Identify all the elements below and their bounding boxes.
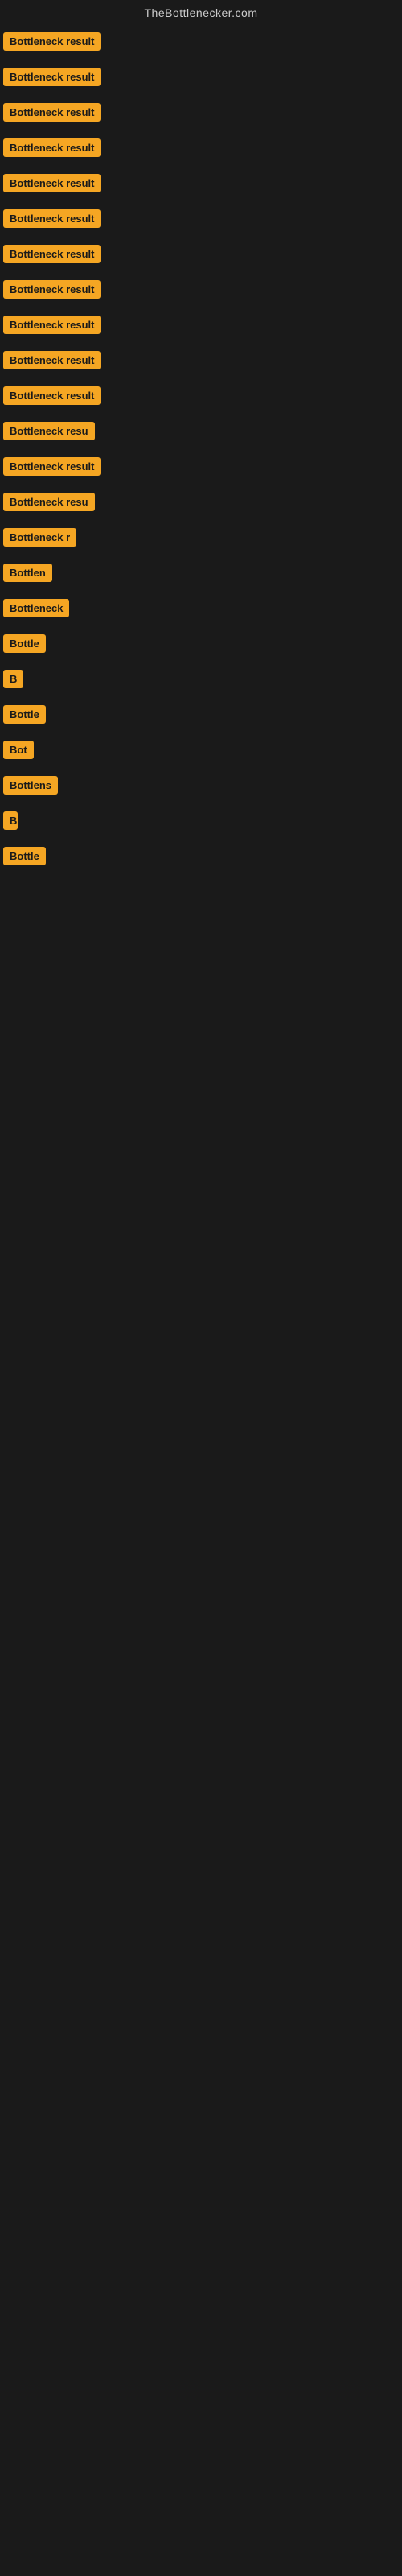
badge-row-15: Bottleneck r — [0, 522, 402, 557]
bottleneck-badge-10[interactable]: Bottleneck result — [3, 351, 100, 369]
bottleneck-badge-1[interactable]: Bottleneck result — [3, 32, 100, 51]
bottleneck-badge-11[interactable]: Bottleneck result — [3, 386, 100, 405]
bottleneck-badge-21[interactable]: Bot — [3, 741, 34, 759]
bottleneck-badge-2[interactable]: Bottleneck result — [3, 68, 100, 86]
bottleneck-badge-14[interactable]: Bottleneck resu — [3, 493, 95, 511]
badge-row-17: Bottleneck — [0, 592, 402, 628]
bottleneck-badge-18[interactable]: Bottle — [3, 634, 46, 653]
badge-row-2: Bottleneck result — [0, 61, 402, 97]
badge-row-11: Bottleneck result — [0, 380, 402, 415]
badge-row-20: Bottle — [0, 699, 402, 734]
bottleneck-badge-17[interactable]: Bottleneck — [3, 599, 69, 617]
badge-row-6: Bottleneck result — [0, 203, 402, 238]
badge-row-8: Bottleneck result — [0, 274, 402, 309]
badges-container: Bottleneck result Bottleneck result Bottle… — [0, 26, 402, 876]
badge-row-1: Bottleneck result — [0, 26, 402, 61]
bottleneck-badge-7[interactable]: Bottleneck result — [3, 245, 100, 263]
badge-row-22: Bottlens — [0, 770, 402, 805]
badge-row-24: Bottle — [0, 840, 402, 876]
bottleneck-badge-15[interactable]: Bottleneck r — [3, 528, 76, 547]
bottleneck-badge-3[interactable]: Bottleneck result — [3, 103, 100, 122]
bottleneck-badge-8[interactable]: Bottleneck result — [3, 280, 100, 299]
bottleneck-badge-12[interactable]: Bottleneck resu — [3, 422, 95, 440]
badge-row-4: Bottleneck result — [0, 132, 402, 167]
badge-row-9: Bottleneck result — [0, 309, 402, 345]
badge-row-3: Bottleneck result — [0, 97, 402, 132]
bottleneck-badge-20[interactable]: Bottle — [3, 705, 46, 724]
bottleneck-badge-23[interactable]: B — [3, 811, 18, 830]
bottleneck-badge-9[interactable]: Bottleneck result — [3, 316, 100, 334]
bottleneck-badge-19[interactable]: B — [3, 670, 23, 688]
badge-row-7: Bottleneck result — [0, 238, 402, 274]
bottleneck-badge-5[interactable]: Bottleneck result — [3, 174, 100, 192]
badge-row-10: Bottleneck result — [0, 345, 402, 380]
badge-row-16: Bottlen — [0, 557, 402, 592]
badge-row-23: B — [0, 805, 402, 840]
bottleneck-badge-6[interactable]: Bottleneck result — [3, 209, 100, 228]
badge-row-5: Bottleneck result — [0, 167, 402, 203]
badge-row-21: Bot — [0, 734, 402, 770]
bottleneck-badge-13[interactable]: Bottleneck result — [3, 457, 100, 476]
bottleneck-badge-4[interactable]: Bottleneck result — [3, 138, 100, 157]
badge-row-18: Bottle — [0, 628, 402, 663]
bottleneck-badge-24[interactable]: Bottle — [3, 847, 46, 865]
site-title: TheBottlenecker.com — [0, 0, 402, 23]
bottleneck-badge-16[interactable]: Bottlen — [3, 564, 52, 582]
badge-row-19: B — [0, 663, 402, 699]
badge-row-13: Bottleneck result — [0, 451, 402, 486]
badge-row-14: Bottleneck resu — [0, 486, 402, 522]
bottleneck-badge-22[interactable]: Bottlens — [3, 776, 58, 795]
badge-row-12: Bottleneck resu — [0, 415, 402, 451]
